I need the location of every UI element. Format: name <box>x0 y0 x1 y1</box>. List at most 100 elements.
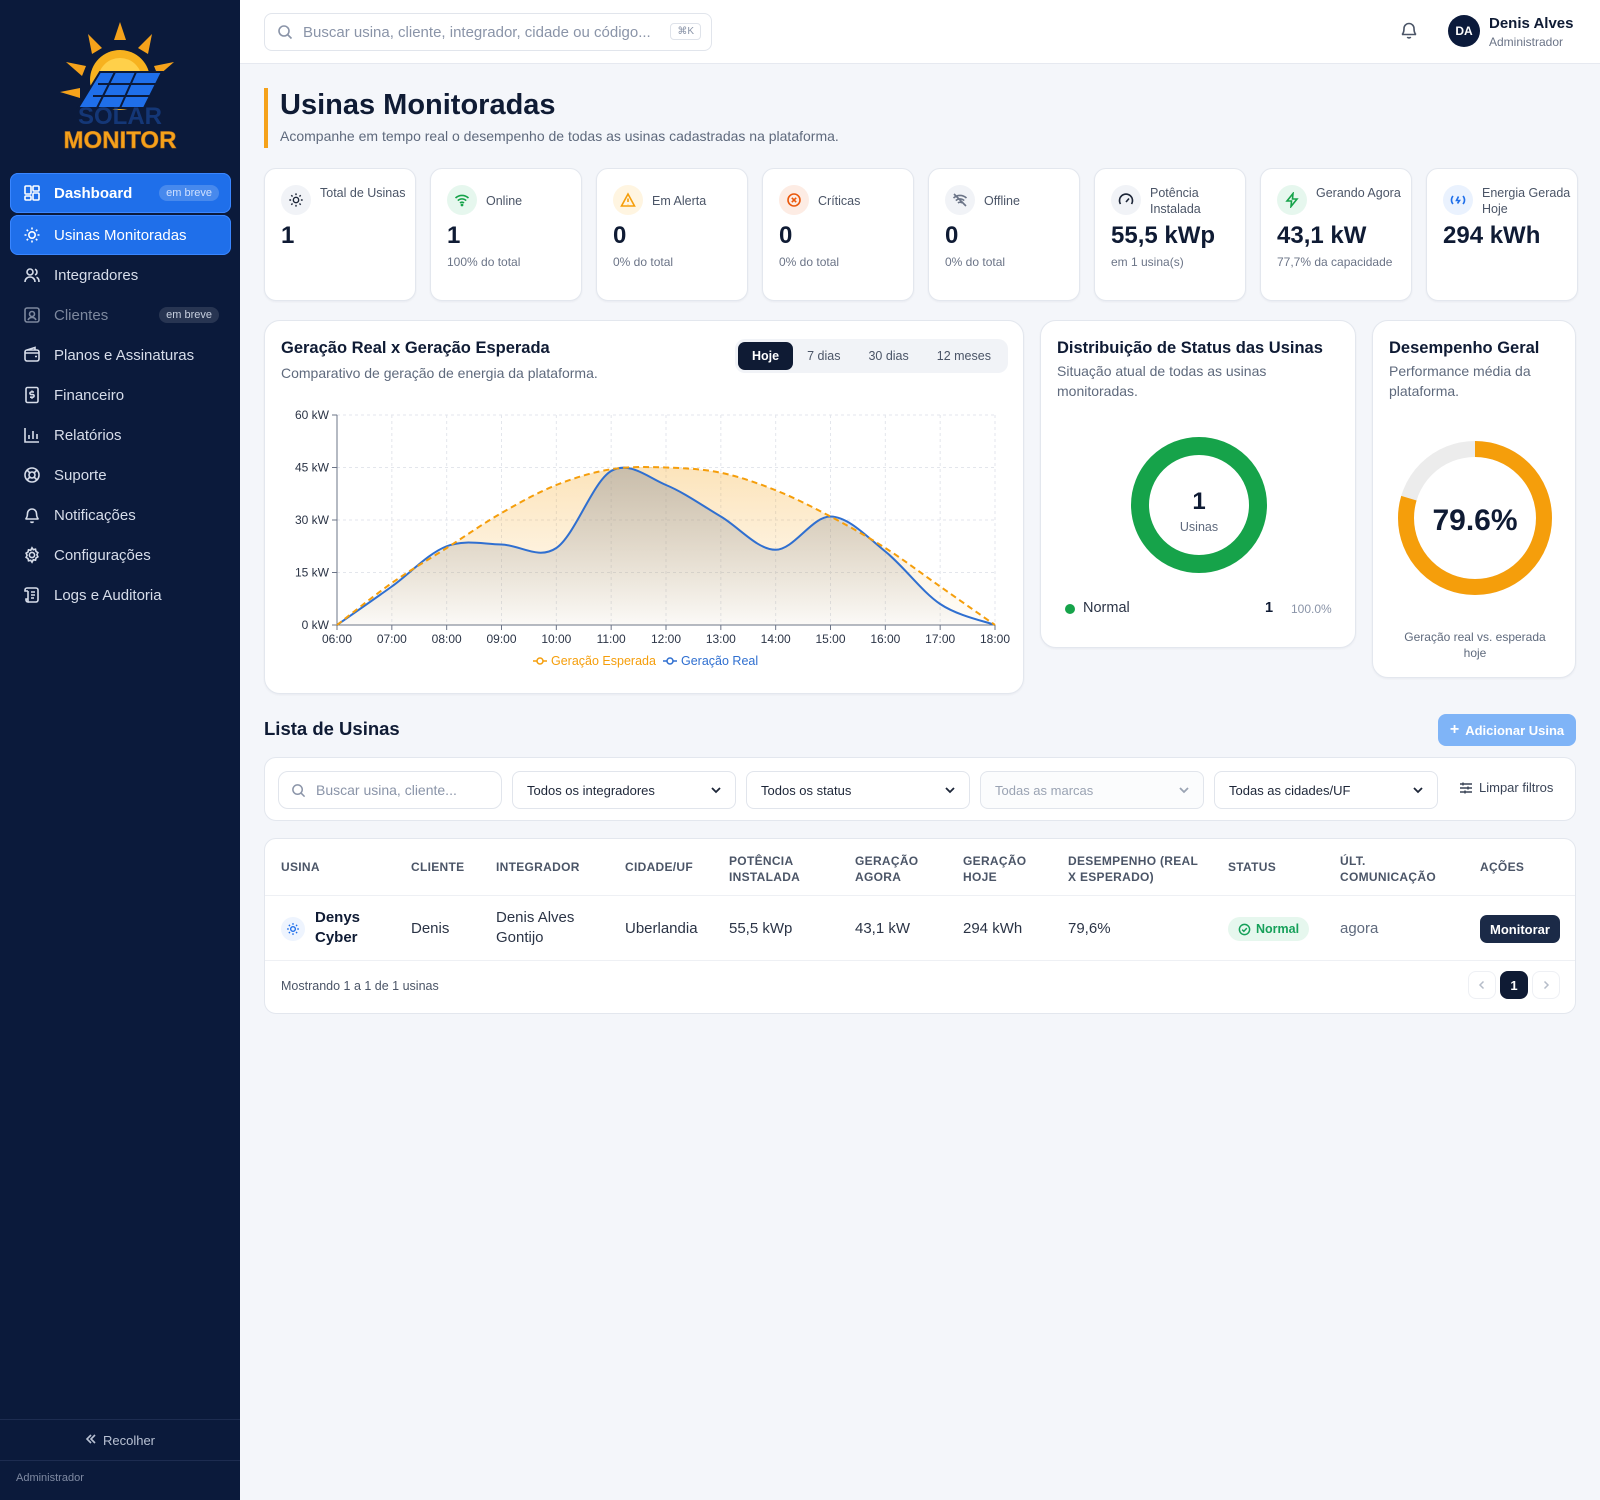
table-row[interactable]: Denys Cyber Denis Denis Alves Gontijo Ub… <box>265 895 1575 961</box>
filter-cidades-select[interactable]: Todas as cidades/UF <box>1214 771 1438 809</box>
range-option-7-dias[interactable]: 7 dias <box>793 342 854 370</box>
sidebar-item-dashboard[interactable]: Dashboard em breve <box>10 173 231 213</box>
filter-status-select[interactable]: Todos os status <box>746 771 970 809</box>
double-chevron-left-icon <box>85 1433 97 1448</box>
x-circle-icon <box>779 185 809 215</box>
cell-usina[interactable]: Denys Cyber <box>315 908 375 948</box>
column-header[interactable]: Últ. Comunicação <box>1340 853 1450 885</box>
column-header[interactable]: Integrador <box>496 859 580 875</box>
filters-bar: Buscar usina, cliente... Todos os integr… <box>264 757 1576 821</box>
monitorar-button[interactable]: Monitorar <box>1480 915 1560 943</box>
range-option-30-dias[interactable]: 30 dias <box>854 342 922 370</box>
x-tick-label: 18:00 <box>980 632 1010 646</box>
status-legend-row[interactable]: Normal 1 100.0% <box>1065 599 1335 619</box>
dollar-receipt-icon <box>22 385 42 405</box>
sidebar-item-integradores[interactable]: Integradores <box>10 255 231 295</box>
status-legend-count: 1 <box>1265 600 1274 616</box>
sidebar-item-notificacoes[interactable]: Notificações <box>10 495 231 535</box>
panel-title: Distribuição de Status das Usinas <box>1057 339 1323 357</box>
column-header[interactable]: Usina <box>281 859 320 875</box>
filter-marcas-select[interactable]: Todas as marcas <box>980 771 1204 809</box>
lightning-icon <box>1277 185 1307 215</box>
x-tick-label: 12:00 <box>651 632 681 646</box>
kpi-total-usinas: Total de Usinas 1 <box>264 168 416 301</box>
generation-line-chart[interactable]: 0 kW 15 kW 30 kW 45 kW 60 kW 06:00 07:00 08:00 0… <box>275 403 1015 693</box>
chevron-down-icon <box>1179 787 1189 794</box>
legend-geracao-real-marker <box>666 657 674 665</box>
add-usina-label: Adicionar Usina <box>1465 722 1565 738</box>
wifi-icon <box>447 185 477 215</box>
soon-badge: em breve <box>159 185 219 201</box>
column-header[interactable]: Geração Hoje <box>963 853 1033 885</box>
sidebar-item-clientes[interactable]: Clientes em breve <box>10 295 231 335</box>
status-donut-chart[interactable]: 1 Usinas <box>1129 435 1269 575</box>
user-name[interactable]: Denis Alves <box>1489 15 1574 32</box>
kpi-offline: Offline 0 0% do total <box>928 168 1080 301</box>
sidebar-item-suporte[interactable]: Suporte <box>10 455 231 495</box>
column-header[interactable]: Geração Agora <box>855 853 925 885</box>
status-legend-pct: 100.0% <box>1291 602 1332 616</box>
range-option-hoje[interactable]: Hoje <box>738 342 794 370</box>
cell-geracao-hoje: 294 kWh <box>963 920 1023 937</box>
kpi-value: 0 <box>779 222 793 249</box>
clear-filters-button[interactable]: Limpar filtros <box>1459 780 1553 795</box>
sidebar-item-logs[interactable]: Logs e Auditoria <box>10 575 231 615</box>
users-icon <box>22 265 42 285</box>
x-tick-label: 13:00 <box>706 632 736 646</box>
global-search-input[interactable]: Buscar usina, cliente, integrador, cidad… <box>264 13 712 51</box>
add-usina-button[interactable]: + Adicionar Usina <box>1438 714 1576 746</box>
kpi-sub: 100% do total <box>447 255 521 269</box>
pagination: 1 <box>1468 971 1564 999</box>
list-search-input[interactable]: Buscar usina, cliente... <box>278 771 502 809</box>
page-header: Usinas Monitoradas Acompanhe em tempo re… <box>264 88 839 148</box>
sun-icon <box>281 917 305 941</box>
panel-subtitle: Comparativo de geração de energia da pla… <box>281 365 598 381</box>
chevron-left-icon <box>1478 980 1485 990</box>
sidebar-item-planos[interactable]: Planos e Assinaturas <box>10 335 231 375</box>
gear-icon <box>22 545 42 565</box>
sidebar-item-usinas[interactable]: Usinas Monitoradas <box>10 215 231 255</box>
sidebar-item-financeiro[interactable]: Financeiro <box>10 375 231 415</box>
sidebar-item-configuracoes[interactable]: Configurações <box>10 535 231 575</box>
range-option-12-meses[interactable]: 12 meses <box>923 342 1005 370</box>
usinas-table: Usina Cliente Integrador Cidade/UF Potên… <box>264 838 1576 1014</box>
logo-text-bottom: MONITOR <box>64 127 177 153</box>
x-tick-label: 10:00 <box>541 632 571 646</box>
soon-badge: em breve <box>159 307 219 323</box>
x-tick-label: 15:00 <box>815 632 845 646</box>
sidebar-item-relatorios[interactable]: Relatórios <box>10 415 231 455</box>
y-tick-label: 60 kW <box>295 408 330 422</box>
filter-integradores-select[interactable]: Todos os integradores <box>512 771 736 809</box>
wifi-off-icon <box>945 185 975 215</box>
column-header[interactable]: Potência Instalada <box>729 853 819 885</box>
cell-desempenho: 79,6% <box>1068 920 1111 937</box>
bell-icon <box>22 505 42 525</box>
column-header[interactable]: Cidade/UF <box>625 859 693 875</box>
performance-ring-gauge[interactable]: 79.6% <box>1390 433 1560 603</box>
panel-subtitle: Performance média da plataforma. <box>1389 363 1531 399</box>
x-tick-label: 17:00 <box>925 632 955 646</box>
kpi-label: Energia Gerada Hoje <box>1482 186 1571 216</box>
next-page-button[interactable] <box>1532 971 1560 999</box>
page-button-current[interactable]: 1 <box>1500 971 1528 999</box>
kpi-label: Online <box>486 194 523 208</box>
column-header[interactable]: Desempenho (Real x Esperado) <box>1068 853 1208 885</box>
kpi-gerando-agora: Gerando Agora 43,1 kW 77,7% da capacidad… <box>1260 168 1412 301</box>
column-header[interactable]: Status <box>1228 859 1276 875</box>
sidebar-footer-role: Administrador <box>16 1472 84 1484</box>
legend-geracao-esperada-marker <box>536 657 544 665</box>
notifications-bell-icon[interactable] <box>1399 20 1419 45</box>
chevron-down-icon <box>1413 787 1423 794</box>
select-value: Todos os status <box>761 782 852 798</box>
kpi-sub: 77,7% da capacidade <box>1277 255 1393 269</box>
cell-integrador: Denis Alves Gontijo <box>496 909 575 946</box>
sidebar: SOLAR MONITOR Dashboard em breve Usinas … <box>0 0 240 1500</box>
kpi-value: 43,1 kW <box>1277 222 1367 249</box>
previous-page-button[interactable] <box>1468 971 1496 999</box>
cell-cliente: Denis <box>411 920 450 937</box>
collapse-sidebar-button[interactable]: Recolher <box>0 1419 240 1461</box>
status-label: Normal <box>1256 922 1300 936</box>
avatar[interactable]: DA <box>1448 15 1480 47</box>
solar-monitor-logo[interactable]: SOLAR MONITOR <box>40 18 200 153</box>
column-header[interactable]: Cliente <box>411 859 464 875</box>
